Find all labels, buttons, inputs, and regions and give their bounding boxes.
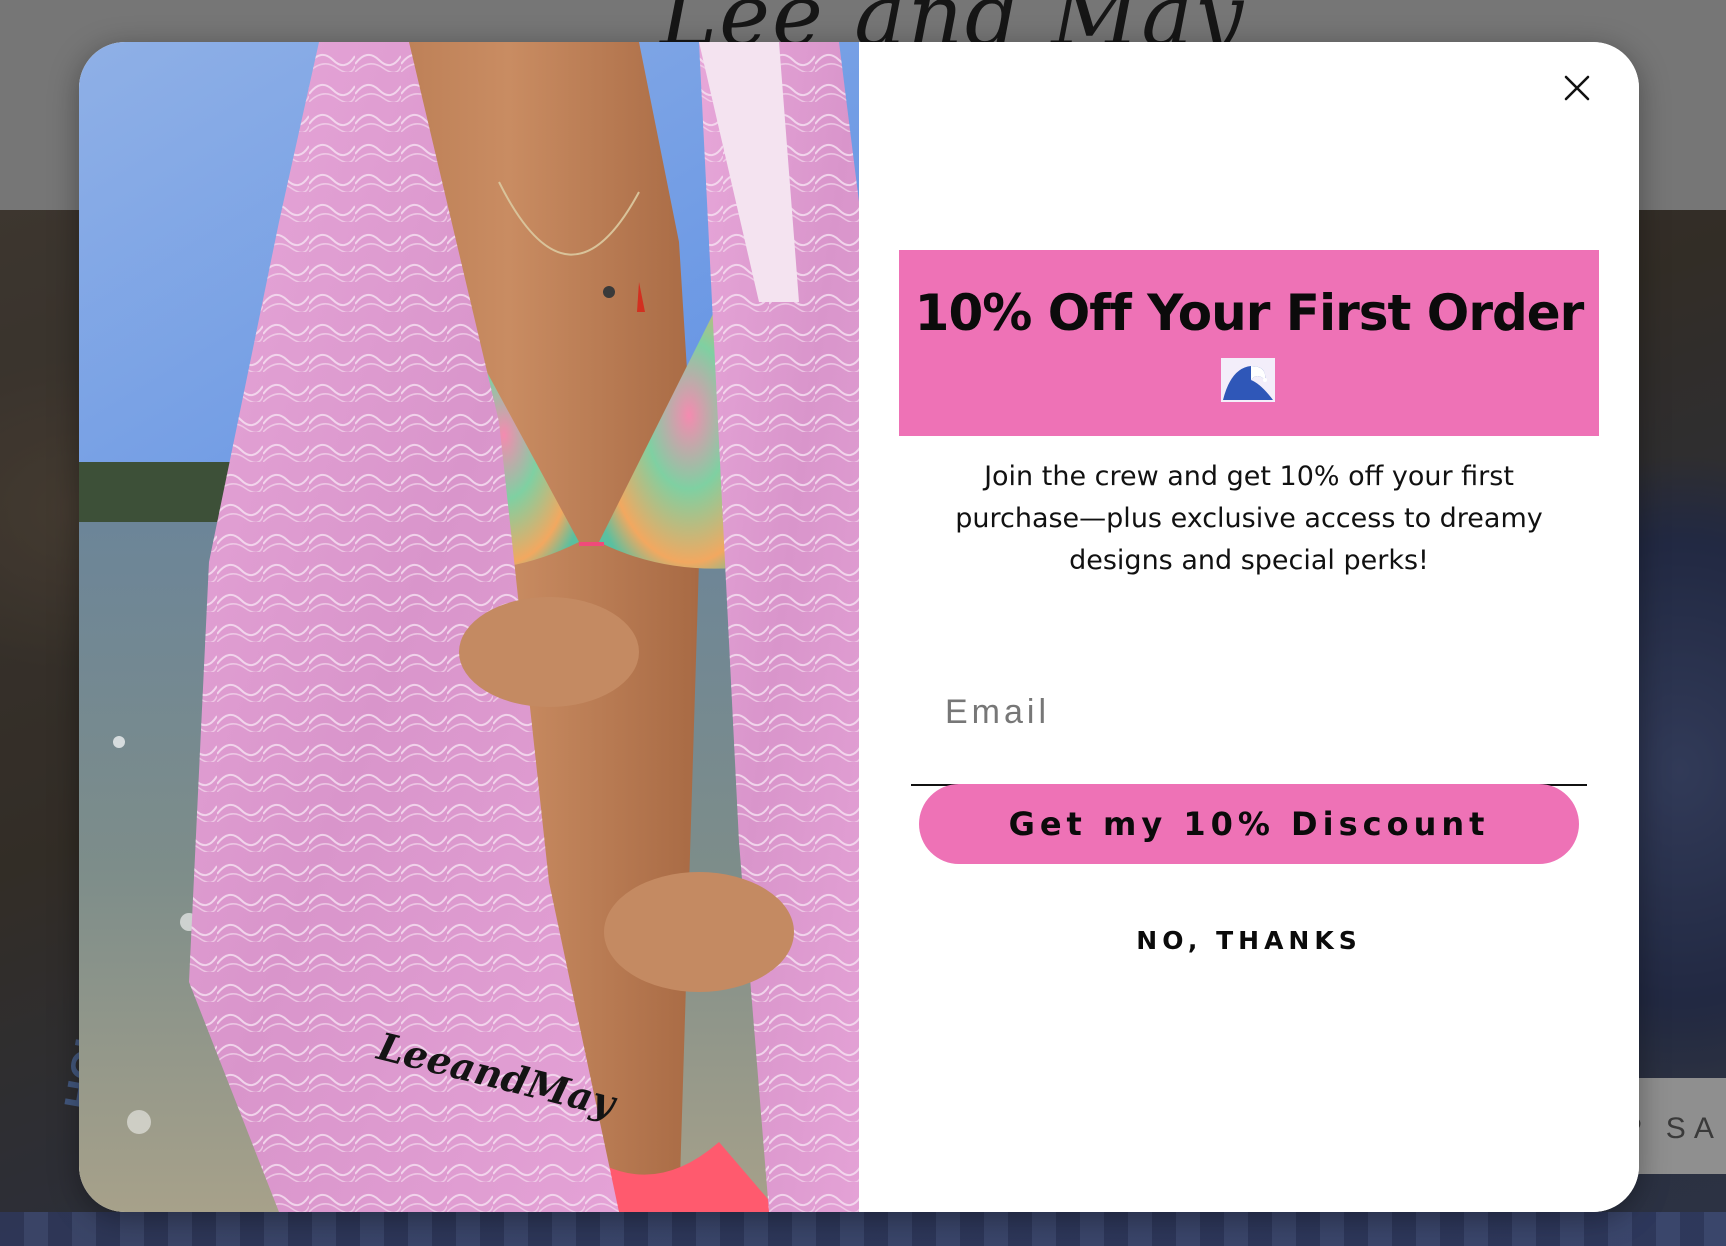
close-icon xyxy=(1564,75,1590,101)
popup-content: 10% Off Your First Order Join the crew a… xyxy=(859,42,1639,1212)
hero-pattern-strip xyxy=(0,1212,1726,1246)
discount-popup: LeeandMay 10% Off Your First Order Join … xyxy=(79,42,1639,1212)
wave-icon xyxy=(1221,358,1275,402)
popup-headline: 10% Off Your First Order xyxy=(914,284,1585,342)
headline-banner: 10% Off Your First Order xyxy=(899,250,1599,436)
no-thanks-button[interactable]: NO, THANKS xyxy=(859,926,1639,955)
popup-product-photo: LeeandMay xyxy=(79,42,859,1212)
popup-description: Join the crew and get 10% off your first… xyxy=(955,461,1543,576)
close-button[interactable] xyxy=(1556,67,1598,109)
get-discount-button[interactable]: Get my 10% Discount xyxy=(919,784,1579,864)
email-field[interactable] xyxy=(911,640,1587,786)
